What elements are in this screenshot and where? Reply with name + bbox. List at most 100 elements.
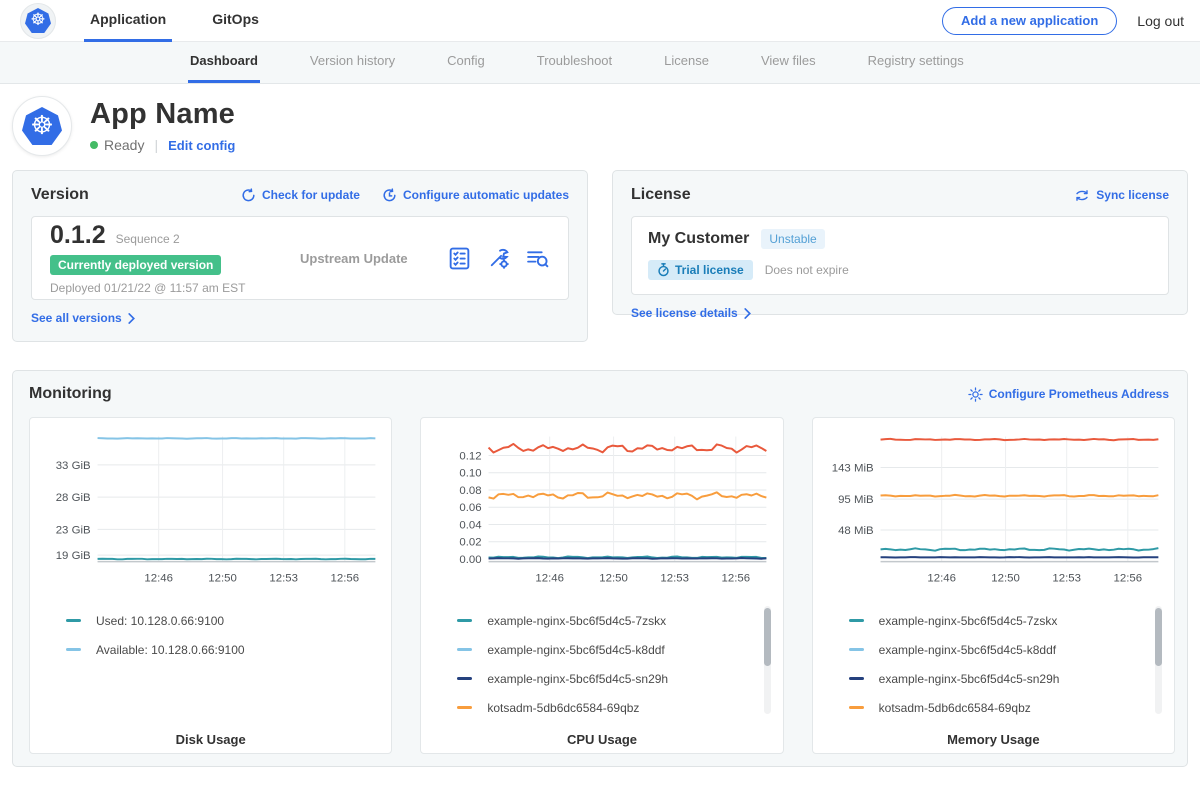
sequence-label: Sequence 2 [116, 232, 180, 246]
current-version-panel: 0.1.2 Sequence 2 Currently deployed vers… [31, 216, 569, 300]
preflight-checks-icon[interactable] [447, 246, 472, 271]
sub-tab-license[interactable]: License [662, 53, 711, 83]
chart-card-cpu-usage: 0.12 0.10 0.08 0.06 0.04 0.02 0.00 12:46 12:50 12… [420, 417, 783, 754]
legend-item[interactable]: example-nginx-5bc6f5d4c5-sn29h [457, 664, 772, 693]
legend-label: example-nginx-5bc6f5d4c5-7zskx [487, 614, 666, 628]
legend-item[interactable]: example-nginx-5bc6f5d4c5-k8ddf [849, 635, 1164, 664]
legend-item[interactable]: kotsadm-5db6dc6584-69qbz [457, 693, 772, 722]
legend-item[interactable]: example-nginx-5bc6f5d4c5-7zskx [457, 606, 772, 635]
stopwatch-icon [657, 263, 670, 277]
sub-tab-config[interactable]: Config [445, 53, 487, 83]
svg-text:0.00: 0.00 [460, 554, 482, 566]
sub-tab-registry-settings[interactable]: Registry settings [866, 53, 966, 83]
legend-item[interactable]: kotsadm-5db6dc6584-69qbz [849, 693, 1164, 722]
top-nav: ☸ Application GitOps Add a new applicatio… [0, 0, 1200, 42]
svg-text:12:50: 12:50 [208, 572, 237, 584]
kubernetes-logo-icon: ☸ [20, 3, 56, 39]
sync-license-link[interactable]: Sync license [1074, 188, 1169, 203]
svg-text:19 GiB: 19 GiB [56, 550, 91, 562]
see-license-details-link[interactable]: See license details [631, 306, 1169, 320]
sub-tab-version-history[interactable]: Version history [308, 53, 397, 83]
svg-text:48 MiB: 48 MiB [838, 525, 874, 537]
logout-button[interactable]: Log out [1137, 13, 1184, 29]
sub-tab-view-files[interactable]: View files [759, 53, 818, 83]
svg-text:12:56: 12:56 [722, 572, 751, 584]
configure-prometheus-link[interactable]: Configure Prometheus Address [968, 387, 1169, 402]
version-card-title: Version [31, 186, 89, 204]
legend-label: example-nginx-5bc6f5d4c5-k8ddf [487, 643, 664, 657]
legend-scrollbar-thumb[interactable] [1155, 608, 1162, 666]
top-tab-application[interactable]: Application [84, 0, 172, 42]
svg-text:12:50: 12:50 [600, 572, 629, 584]
license-panel: My Customer Unstable Trial license Does … [631, 216, 1169, 295]
chevron-right-icon [743, 308, 752, 319]
svg-text:12:53: 12:53 [1052, 572, 1081, 584]
svg-text:12:53: 12:53 [661, 572, 690, 584]
svg-text:143 MiB: 143 MiB [831, 462, 873, 474]
legend-color-dash [849, 648, 864, 651]
app-header: ☸ App Name Ready | Edit config [0, 84, 1200, 170]
configure-automatic-updates-link[interactable]: Configure automatic updates [382, 188, 569, 203]
sub-tab-troubleshoot[interactable]: Troubleshoot [535, 53, 614, 83]
chart-canvas: 143 MiB95 MiB48 MiB12:4612:5012:5312:56 [823, 428, 1164, 590]
legend-scrollbar[interactable] [1155, 606, 1162, 714]
kubernetes-wheel-icon: ☸ [22, 107, 62, 145]
deploy-logs-icon[interactable] [525, 246, 550, 271]
svg-text:23 GiB: 23 GiB [56, 524, 91, 536]
customer-name: My Customer [648, 230, 749, 248]
divider: | [154, 137, 158, 153]
legend-color-dash [66, 619, 81, 622]
sync-icon [1074, 188, 1090, 203]
top-tab-gitops[interactable]: GitOps [206, 0, 265, 42]
legend-color-dash [457, 619, 472, 622]
charts-row: 33 GiB 28 GiB 23 GiB 19 GiB 12:46 12:50 12:53 1… [29, 417, 1175, 754]
legend-item[interactable]: example-nginx-5bc6f5d4c5-k8ddf [457, 635, 772, 664]
legend-label: Available: 10.128.0.66:9100 [96, 643, 245, 657]
chart-legend: example-nginx-5bc6f5d4c5-7zskx example-ng… [431, 606, 772, 724]
svg-text:12:46: 12:46 [536, 572, 565, 584]
top-tabs: Application GitOps [84, 0, 265, 42]
legend-color-dash [849, 706, 864, 709]
chart-card-memory-usage: 143 MiB95 MiB48 MiB12:4612:5012:5312:56e… [812, 417, 1175, 754]
svg-text:28 GiB: 28 GiB [56, 492, 91, 504]
edit-config-icon[interactable] [486, 246, 511, 271]
add-new-application-button[interactable]: Add a new application [942, 7, 1117, 35]
legend-scrollbar-thumb[interactable] [764, 608, 771, 666]
legend-label: example-nginx-5bc6f5d4c5-7zskx [879, 614, 1058, 628]
legend-label: example-nginx-5bc6f5d4c5-sn29h [879, 672, 1060, 686]
legend-label: example-nginx-5bc6f5d4c5-k8ddf [879, 643, 1056, 657]
legend-color-dash [849, 619, 864, 622]
chevron-right-icon [127, 313, 136, 324]
legend-item[interactable]: Available: 10.128.0.66:9100 [66, 635, 381, 664]
deployed-timestamp: Deployed 01/21/22 @ 11:57 am EST [50, 281, 300, 295]
edit-config-link[interactable]: Edit config [168, 138, 235, 153]
svg-text:0.02: 0.02 [460, 537, 482, 549]
svg-text:12:53: 12:53 [269, 572, 298, 584]
chart-card-disk-usage: 33 GiB28 GiB23 GiB19 GiB12:4612:5012:531… [29, 417, 392, 754]
svg-text:0.08: 0.08 [460, 485, 482, 497]
version-source: Upstream Update [300, 251, 447, 266]
sub-tab-dashboard[interactable]: Dashboard [188, 53, 260, 83]
legend-color-dash [457, 677, 472, 680]
check-for-update-link[interactable]: Check for update [241, 188, 360, 203]
monitoring-title: Monitoring [29, 385, 112, 403]
ready-status-dot [90, 141, 98, 149]
legend-scrollbar[interactable] [764, 606, 771, 714]
chart-legend: Used: 10.128.0.66:9100 Available: 10.128.… [40, 606, 381, 724]
svg-text:12:56: 12:56 [1113, 572, 1142, 584]
legend-item[interactable]: Used: 10.128.0.66:9100 [66, 606, 381, 635]
chart-title: CPU Usage [431, 732, 772, 747]
svg-text:0.04: 0.04 [460, 519, 483, 531]
version-number: 0.1.2 [50, 221, 106, 250]
chart-title: Memory Usage [823, 732, 1164, 747]
svg-text:33 GiB: 33 GiB [56, 460, 91, 472]
license-expiry: Does not expire [765, 263, 849, 277]
legend-label: example-nginx-5bc6f5d4c5-sn29h [487, 672, 668, 686]
channel-badge: Unstable [761, 229, 824, 249]
see-all-versions-link[interactable]: See all versions [31, 311, 569, 325]
legend-item[interactable]: example-nginx-5bc6f5d4c5-sn29h [849, 664, 1164, 693]
svg-text:0.06: 0.06 [460, 502, 482, 514]
legend-item[interactable]: example-nginx-5bc6f5d4c5-7zskx [849, 606, 1164, 635]
svg-text:0.10: 0.10 [460, 468, 482, 480]
svg-text:0.12: 0.12 [460, 451, 482, 463]
